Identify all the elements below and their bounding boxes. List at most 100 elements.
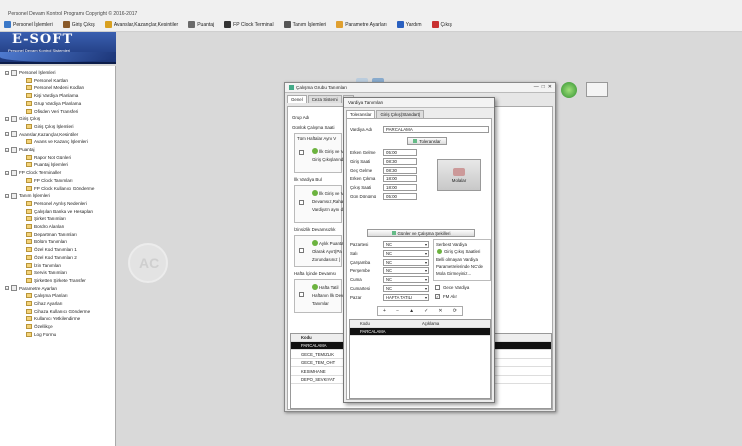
navigator-icon[interactable]: ⟳ (453, 308, 457, 314)
document-icon[interactable] (586, 82, 608, 97)
table-row[interactable]: PARCALAMA (350, 328, 490, 336)
menu-item[interactable]: Çıkış (431, 21, 452, 28)
day-select[interactable]: NC ▾ (383, 267, 429, 275)
tree-item[interactable]: Şirketten Şirkete Transfer (26, 277, 86, 284)
tree-item[interactable]: FP Clock Kullanıcı Gönderme (26, 185, 94, 192)
menu-item[interactable]: Avanslar,Kazançlar,Kesintiler (104, 21, 179, 28)
tree-item[interactable]: Departman Tanımları (26, 231, 77, 238)
tree-group[interactable]: − FP Clock Terminaller (5, 169, 61, 176)
tree-label: Özellikçe (34, 324, 53, 330)
tree-group[interactable]: − Parametre Ayarları (5, 285, 57, 292)
tolerance-icon (413, 139, 418, 143)
tree-group[interactable]: − Giriş Çıkış (5, 115, 40, 122)
tree-item[interactable]: Log Formu (26, 331, 56, 338)
tab-genel[interactable]: Genel (287, 95, 307, 103)
day-select[interactable]: NC ▾ (383, 276, 429, 284)
expand-icon[interactable]: − (5, 116, 9, 121)
refresh-icon[interactable] (561, 82, 577, 98)
day-select[interactable]: NC ▾ (383, 241, 429, 248)
time-field-input[interactable]: 18:00 (383, 184, 417, 192)
checkbox-2[interactable] (299, 200, 304, 205)
tree-item[interactable]: Bordro Alanları (26, 223, 64, 230)
time-field-input[interactable]: 08:30 (383, 166, 417, 174)
tree-item[interactable]: Çalışma Planları (26, 292, 68, 299)
tree-item[interactable]: Avans ve Kazanç İşlemleri (26, 138, 88, 145)
tree-item[interactable]: Bölüm Tanımları (26, 238, 67, 245)
tree-item[interactable]: Cihaza Kullanıcı Gönderme (26, 308, 90, 315)
checkbox-1[interactable] (299, 150, 304, 155)
menu-item-label: Avanslar,Kazançlar,Kesintiler (113, 21, 179, 28)
days-button[interactable]: Günler ve Çalışma Şekilleri (367, 229, 475, 237)
expand-icon[interactable]: − (5, 132, 9, 137)
tree-item[interactable]: Cihaz Ayarları (26, 300, 63, 307)
menu-item[interactable]: Yardım (396, 21, 422, 28)
expand-icon[interactable]: − (5, 193, 9, 198)
tree-item[interactable]: Personel Kartları (26, 77, 68, 84)
expand-icon[interactable]: − (5, 147, 9, 152)
tree-item[interactable]: Grup Vardiya Planlama (26, 100, 81, 107)
tree-item[interactable]: Personel Ayrılış Nedenleri (26, 200, 87, 207)
maximize-icon[interactable]: □ (542, 84, 545, 90)
tree-label: FP Clock Kullanıcı Gönderme (34, 185, 95, 191)
tree-item[interactable]: Şirket Tanımları (26, 215, 66, 222)
checkbox-3[interactable] (299, 248, 304, 253)
tree-item[interactable]: Kişi Vardiya Planlama (26, 92, 78, 99)
tree-item[interactable]: İzin Tanımları (26, 262, 61, 269)
navigator-icon[interactable]: − (396, 308, 399, 314)
checkbox-4[interactable] (299, 292, 304, 297)
breaks-button[interactable]: Molalar (437, 159, 481, 191)
day-select[interactable]: NC ▾ (383, 285, 429, 292)
tab-ceza-sistemi[interactable]: Ceza Sistemi (307, 95, 342, 103)
navigator-icon[interactable]: + (383, 308, 386, 314)
tree-group[interactable]: − Tanım İşlemleri (5, 192, 50, 199)
close-icon[interactable]: ✕ (548, 84, 552, 90)
menu-item[interactable]: Puantaj (188, 21, 214, 28)
expand-icon[interactable]: − (5, 70, 9, 75)
fm-checkbox[interactable]: ✓ (435, 294, 440, 299)
tree-item[interactable]: Servis Tanımları (26, 269, 67, 276)
expand-icon[interactable]: − (5, 170, 9, 175)
tree-item[interactable]: Özellikçe (26, 323, 53, 330)
tab-toleranslar[interactable]: Toleranslar (346, 110, 376, 118)
tree-item[interactable]: Personel Medeni Kodları (26, 84, 84, 91)
time-field-input[interactable]: 18:00 (383, 175, 417, 183)
tree-item[interactable]: Çalışılan Banka ve Hesapları (26, 208, 93, 215)
navigation-tree[interactable]: − Personel İşlemleri Personel Kartları Pers… (0, 66, 116, 446)
days-button-label: Günler ve Çalışma Şekilleri (397, 230, 451, 236)
minimize-icon[interactable]: — (534, 84, 539, 90)
tolerances-button[interactable]: Toleranslar (407, 137, 447, 145)
navigator-icon[interactable]: ✕ (438, 308, 442, 314)
menu-item[interactable]: Parametre Ayarları (336, 21, 387, 28)
navigator-icon[interactable]: ✓ (424, 308, 428, 314)
tree-group[interactable]: − Puantaj (5, 146, 35, 153)
shift-grid[interactable]: Kodu Açıklama PARCALAMA (349, 319, 491, 399)
tree-item[interactable]: Özel Kod Tanımları 1 (26, 246, 77, 253)
day-select[interactable]: NC ▾ (383, 258, 429, 266)
time-field-input[interactable]: 05:00 (383, 193, 417, 200)
tree-item[interactable]: Giriş Çıkış İşlemleri (26, 123, 74, 130)
menu-item[interactable]: Personel İşlemleri (4, 21, 53, 28)
menu-item[interactable]: Tanım İşlemleri (283, 21, 326, 28)
tree-item[interactable]: Rapor Not Günleri (26, 154, 71, 161)
menu-item[interactable]: Giriş Çıkış (62, 21, 95, 28)
tree-group[interactable]: − Avanslar,Kazançlar,Kesintiler (5, 131, 78, 138)
time-field-input[interactable]: 05:00 (383, 149, 417, 156)
menu-item[interactable]: FP Clock Terminal (224, 21, 274, 28)
tree-item[interactable]: FP Clock Tanımları (26, 177, 73, 184)
expand-icon[interactable]: − (5, 286, 9, 291)
shift-name-input[interactable]: PARCALAMA (383, 126, 489, 133)
day-select[interactable]: NC ▾ (383, 249, 429, 257)
day-select[interactable]: HAFTA TATILI ▾ (383, 293, 429, 301)
tree-item[interactable]: Puantaj İşlemleri (26, 161, 68, 168)
tree-group[interactable]: − Personel İşlemleri (5, 69, 56, 76)
tree-item[interactable]: Özel Kod Tanımları 2 (26, 254, 77, 261)
navigator-icon[interactable]: ▲ (409, 308, 414, 314)
tree-label: Log Formu (34, 331, 57, 337)
time-field-input[interactable]: 08:30 (383, 157, 417, 165)
tree-label: Özel Kod Tanımları 2 (34, 254, 77, 260)
tree-item[interactable]: Kullanıcı Yetkilendirme (26, 315, 80, 322)
help-icon (396, 21, 404, 28)
night-shift-checkbox[interactable] (435, 285, 440, 290)
tree-item[interactable]: Ofisden Veri Transferi (26, 108, 78, 115)
tab-giris-cikis[interactable]: Giriş Çıkış(Standart) (376, 110, 425, 118)
